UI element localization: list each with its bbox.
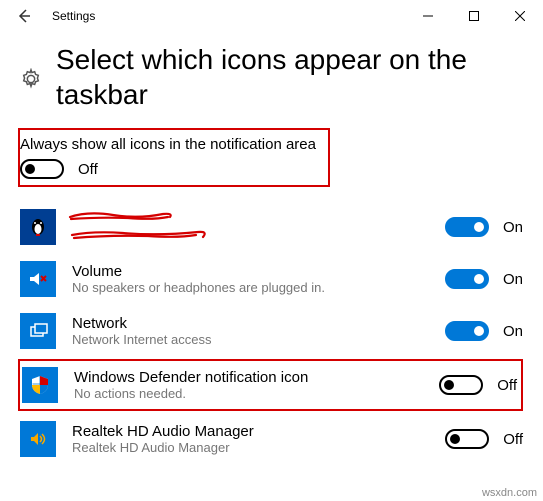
shield-icon [29,374,51,396]
highlight-box-defender: Windows Defender notification icon No ac… [18,359,523,411]
item-toggle[interactable] [445,429,489,449]
app-icon [22,367,58,403]
item-title: Realtek HD Audio Manager [72,423,429,440]
item-title: Volume [72,263,429,280]
page-title: Select which icons appear on the taskbar [56,42,523,112]
titlebar: Settings [0,0,543,32]
watermark: wsxdn.com [482,487,537,499]
page-header: Select which icons appear on the taskbar [20,42,523,112]
item-toggle-state: On [503,271,523,288]
item-toggle[interactable] [445,217,489,237]
list-item: Realtek HD Audio Manager Realtek HD Audi… [20,413,523,465]
master-toggle[interactable] [20,159,64,179]
master-toggle-label: Always show all icons in the notificatio… [20,136,324,153]
item-toggle-state: Off [497,377,517,394]
item-toggle[interactable] [445,321,489,341]
close-button[interactable] [497,0,543,32]
item-title: Network [72,315,429,332]
item-title: Windows Defender notification icon [74,369,423,386]
list-item: On [20,201,523,253]
gear-icon [20,68,42,93]
arrow-left-icon [16,8,32,24]
list-item: Network Network Internet access On [20,305,523,357]
app-icon [20,209,56,245]
penguin-icon [28,217,48,237]
window-title: Settings [48,9,405,23]
item-toggle-state: On [503,219,523,236]
icon-list: On Volume No speakers or headphones are … [20,201,523,465]
item-subtitle: No speakers or headphones are plugged in… [72,280,429,295]
minimize-icon [423,11,433,21]
app-icon [20,261,56,297]
highlight-box-master: Always show all icons in the notificatio… [18,128,330,187]
item-toggle[interactable] [445,269,489,289]
redaction-scribble [68,209,218,245]
content-area: Select which icons appear on the taskbar… [0,32,543,465]
list-item: Volume No speakers or headphones are plu… [20,253,523,305]
volume-mute-icon [27,268,49,290]
item-toggle[interactable] [439,375,483,395]
list-item: Windows Defender notification icon No ac… [22,363,517,407]
item-subtitle: No actions needed. [74,386,423,401]
item-subtitle: Network Internet access [72,332,429,347]
app-icon [20,313,56,349]
network-icon [27,320,49,342]
app-icon [20,421,56,457]
minimize-button[interactable] [405,0,451,32]
back-button[interactable] [0,0,48,32]
item-subtitle: Realtek HD Audio Manager [72,440,429,455]
master-toggle-state: Off [78,161,98,178]
maximize-icon [469,11,479,21]
close-icon [515,11,525,21]
item-toggle-state: On [503,323,523,340]
speaker-icon [27,428,49,450]
maximize-button[interactable] [451,0,497,32]
item-toggle-state: Off [503,431,523,448]
